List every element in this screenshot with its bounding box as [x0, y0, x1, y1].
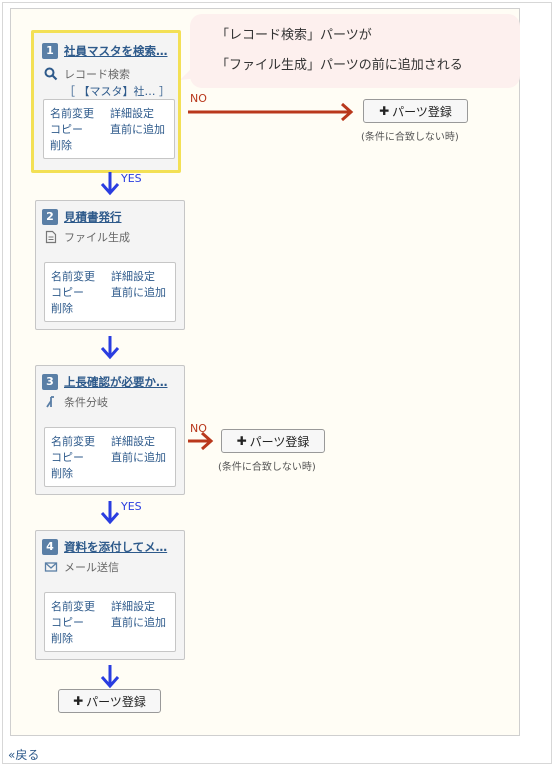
delete-link[interactable]: 削除	[50, 137, 72, 153]
delete-link[interactable]: 削除	[51, 300, 73, 316]
flow-part-card-4[interactable]: 4 資料を添付してメ… メール送信 名前変更 詳細設定 コピー 直前に追加 削除	[35, 530, 185, 660]
flow-part-card-3[interactable]: 3 上長確認が必要か… 条件分岐 名前変更 詳細設定 コピー 直前に追加 削除	[35, 365, 185, 495]
document-icon	[45, 230, 57, 244]
copy-link[interactable]: コピー	[51, 284, 84, 300]
part-title-link[interactable]: 社員マスタを検索…	[64, 43, 168, 59]
card-menu: 名前変更 詳細設定 コピー 直前に追加 削除	[44, 262, 176, 322]
copy-link[interactable]: コピー	[50, 121, 83, 137]
condition-note: (条件に合致しない時)	[218, 462, 316, 473]
insert-before-link[interactable]: 直前に追加	[111, 449, 166, 465]
card-menu: 名前変更 詳細設定 コピー 直前に追加 削除	[43, 99, 175, 159]
flow-part-card-2[interactable]: 2 見積書発行 ファイル生成 名前変更 詳細設定 コピー 直前に追加 削除	[35, 200, 185, 330]
step-number-badge: 1	[42, 43, 58, 59]
detail-settings-link[interactable]: 詳細設定	[110, 105, 154, 121]
down-arrow-4	[100, 665, 120, 689]
down-arrow-3	[100, 501, 120, 525]
insert-before-link[interactable]: 直前に追加	[111, 614, 166, 630]
part-title-link[interactable]: 上長確認が必要か…	[64, 374, 168, 390]
insert-before-link[interactable]: 直前に追加	[111, 284, 166, 300]
no-arrow	[188, 431, 214, 451]
copy-link[interactable]: コピー	[51, 614, 84, 630]
detail-settings-link[interactable]: 詳細設定	[111, 268, 155, 284]
detail-settings-link[interactable]: 詳細設定	[111, 433, 155, 449]
yes-label: YES	[121, 500, 142, 513]
rename-link[interactable]: 名前変更	[51, 433, 95, 449]
mail-icon	[44, 562, 58, 572]
card-title-row: 4 資料を添付してメ…	[42, 539, 167, 555]
add-parts-button-end[interactable]: ✚ パーツ登録	[58, 689, 161, 713]
part-type-row: ファイル生成	[44, 229, 130, 245]
no-arrow	[188, 102, 354, 122]
part-title-link[interactable]: 見積書発行	[64, 209, 122, 225]
callout-note: 「レコード検索」パーツが 「ファイル生成」パーツの前に追加される	[190, 14, 520, 88]
part-title-link[interactable]: 資料を添付してメ…	[64, 539, 167, 555]
callout-line-1: 「レコード検索」パーツが	[216, 28, 372, 43]
card-title-row: 3 上長確認が必要か…	[42, 374, 168, 390]
card-title-row: 2 見積書発行	[42, 209, 122, 225]
part-type-label: レコード検索	[64, 68, 130, 81]
yes-label: YES	[121, 172, 142, 185]
part-type-row: 条件分岐	[44, 394, 108, 410]
callout-pointer	[180, 62, 198, 80]
flow-part-card-1[interactable]: 1 社員マスタを検索… レコード検索 ［ 【マスタ】社… ］ 名前変更 詳細設定…	[31, 30, 181, 173]
part-type-row: メール送信	[44, 559, 119, 575]
plus-icon: ✚	[73, 694, 84, 708]
add-parts-button-no-1[interactable]: ✚ パーツ登録	[363, 99, 468, 123]
callout-line-2: 「ファイル生成」パーツの前に追加される	[216, 58, 463, 73]
delete-link[interactable]: 削除	[51, 465, 73, 481]
search-target-label: ［ 【マスタ】社… ］	[64, 85, 170, 98]
detail-settings-link[interactable]: 詳細設定	[111, 598, 155, 614]
add-parts-label: パーツ登録	[392, 104, 452, 119]
card-menu: 名前変更 詳細設定 コピー 直前に追加 削除	[44, 592, 176, 652]
condition-note: (条件に合致しない時)	[361, 132, 459, 143]
copy-link[interactable]: コピー	[51, 449, 84, 465]
part-type-label: メール送信	[64, 561, 119, 574]
branch-icon	[46, 396, 54, 408]
step-number-badge: 4	[42, 539, 58, 555]
rename-link[interactable]: 名前変更	[51, 268, 95, 284]
card-title-row: 1 社員マスタを検索…	[42, 43, 168, 59]
part-type-label: 条件分岐	[64, 396, 108, 409]
back-link[interactable]: «戻る	[8, 746, 39, 763]
step-number-badge: 2	[42, 209, 58, 225]
part-type-row: レコード検索	[44, 66, 130, 82]
down-arrow-2	[100, 336, 120, 360]
card-menu: 名前変更 詳細設定 コピー 直前に追加 削除	[44, 427, 176, 487]
rename-link[interactable]: 名前変更	[51, 598, 95, 614]
add-parts-label: パーツ登録	[249, 434, 310, 449]
plus-icon: ✚	[379, 104, 390, 118]
search-icon	[44, 67, 58, 81]
part-type-label: ファイル生成	[64, 231, 130, 244]
rename-link[interactable]: 名前変更	[50, 105, 94, 121]
step-number-badge: 3	[42, 374, 58, 390]
insert-before-link[interactable]: 直前に追加	[110, 121, 165, 137]
plus-icon: ✚	[236, 434, 247, 448]
add-parts-button-no-3[interactable]: ✚ パーツ登録	[221, 429, 325, 453]
delete-link[interactable]: 削除	[51, 630, 73, 646]
down-arrow-1	[100, 172, 120, 196]
add-parts-label: パーツ登録	[86, 694, 146, 709]
